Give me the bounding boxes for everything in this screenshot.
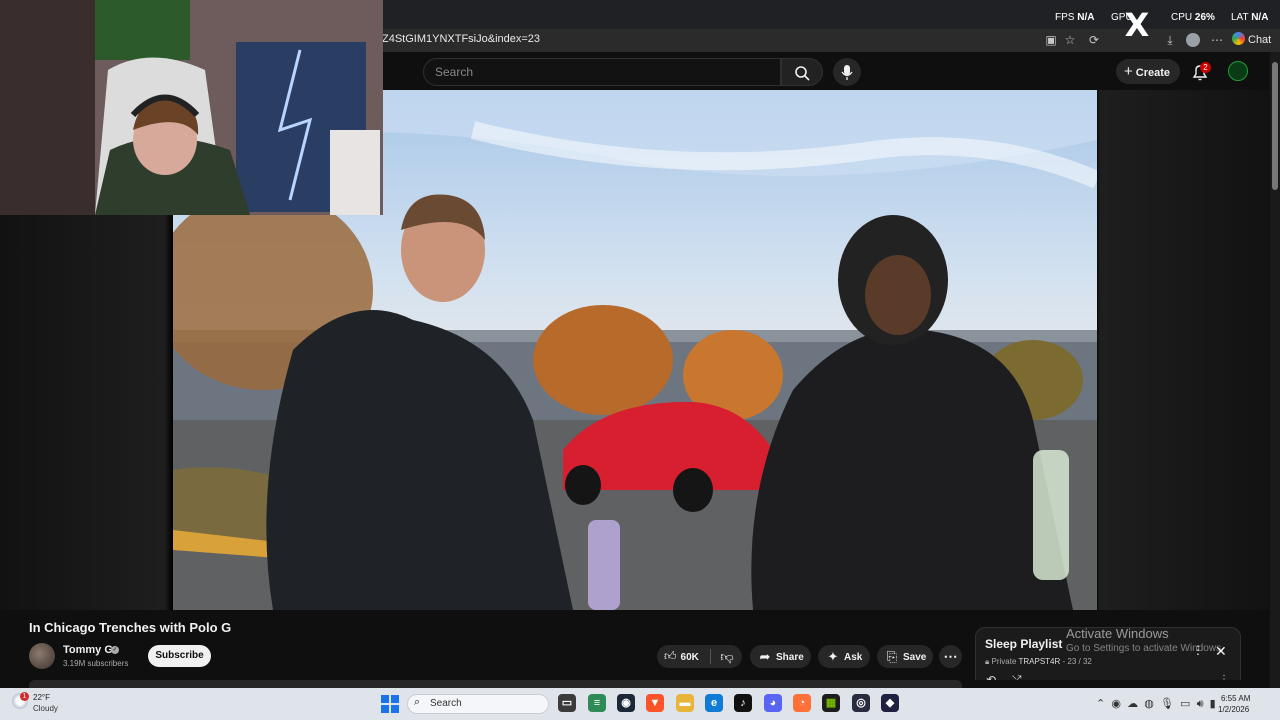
like-button[interactable]: 👍︎ 60K [657,645,709,668]
brave-icon[interactable]: ▼ [646,694,664,712]
lat-label: LAT [1231,12,1249,23]
task-view-icon[interactable]: ▭ [558,694,576,712]
share-icon: ➦ [759,649,771,664]
voice-search-button[interactable] [833,58,861,86]
tiktok-icon[interactable]: ♪ [734,694,752,712]
thumbs-up-icon: 👍︎ [664,649,677,663]
close-icon[interactable]: ✕ [1215,643,1227,660]
copilot-icon [1232,32,1245,45]
account-avatar[interactable] [1228,61,1248,81]
weather-alert-badge: 1 [20,692,29,701]
playlist-privacy: Private [991,657,1017,666]
cpu-label: CPU [1171,12,1193,23]
nvidia-icon[interactable]: ▦ [822,694,840,712]
like-count: 60K [680,652,699,663]
x-logo-icon: X [1124,6,1150,44]
bookmark-star-icon[interactable]: ☆ [1063,33,1077,47]
dislike-button[interactable]: 👎︎ [712,645,742,668]
cloud-sync-icon[interactable]: ☁ [1127,698,1138,710]
playlist-owner[interactable]: TRAPST4R [1018,657,1060,666]
fps-value: N/A [1077,12,1095,23]
url-text[interactable]: Z4StGIM1YNXTFsiJo&index=23 [382,33,540,45]
weather-temperature[interactable]: 22°F [33,693,50,702]
like-divider [710,649,711,664]
extension-icon[interactable]: ⟳ [1087,33,1101,47]
save-label: Save [903,652,927,663]
search-input[interactable]: Search [423,58,781,86]
copilot-chat-button[interactable]: Chat [1232,31,1271,49]
profile-avatar-icon[interactable] [1186,33,1200,47]
steam-tray-icon[interactable]: ◉ [1111,698,1121,710]
microphone-icon [841,65,853,80]
notepad-icon[interactable]: ≡ [588,694,606,712]
microphone-tray-icon[interactable]: 🎙︎ [1160,698,1174,710]
taskbar-search-icon: ⌕ [414,696,421,708]
steam-icon[interactable]: ◉ [617,694,635,712]
windows-taskbar [0,688,1280,720]
description-box[interactable] [29,680,962,688]
system-tray[interactable]: ⌃ ◉ ☁ ◍ 🎙︎ ▭ 🔊︎ ▮ [1096,697,1216,711]
share-label: Share [776,652,804,663]
more-actions-button[interactable]: ⋯ [939,645,962,668]
playlist-title[interactable]: Sleep Playlist [985,637,1062,651]
plus-icon: + [1124,63,1133,80]
share-button[interactable]: ➦ Share [750,645,811,668]
network-icon[interactable]: ▭ [1180,698,1190,710]
subscribe-button[interactable]: Subscribe [148,645,211,667]
playlist-menu-icon[interactable]: ⋮ [1192,643,1204,657]
webcam-feed [0,0,383,215]
weather-condition[interactable]: Cloudy [33,704,58,713]
subscriber-count: 3.19M subscribers [63,659,129,668]
cpu-readout: CPU 26% [1171,12,1215,23]
start-button[interactable] [381,695,399,713]
ask-label: Ask [844,652,863,663]
activate-windows-title: Activate Windows [1066,626,1169,641]
lat-value: N/A [1251,12,1269,23]
channel-name[interactable]: Tommy G [63,644,113,656]
obs-icon[interactable]: ◎ [852,694,870,712]
search-icon [795,66,810,81]
edge-icon[interactable]: e [705,694,723,712]
download-icon[interactable]: ⤓ [1163,33,1177,47]
location-icon[interactable]: ◍ [1144,698,1154,710]
battery-icon[interactable]: ▮ [1210,698,1216,710]
bookmark-icon: ⎘ [886,649,898,664]
create-button[interactable]: + Create [1116,59,1180,84]
more-horizontal-icon: ⋯ [943,648,958,664]
chat-label: Chat [1248,34,1272,46]
fps-readout: FPS N/A [1055,12,1094,23]
video-title: In Chicago Trenches with Polo G [29,620,232,635]
discord-icon[interactable]: ◕ [764,694,782,712]
webcam-overlay [0,0,383,215]
notification-badge: 2 [1200,62,1211,73]
save-button[interactable]: ⎘ Save [877,645,933,668]
ask-button[interactable]: ✦ Ask [818,645,870,668]
clock-time[interactable]: 6:55 AM [1221,694,1250,703]
browser-menu-icon[interactable]: ⋯ [1210,33,1224,47]
taskbar-search-input[interactable]: Search [407,694,549,714]
chevron-up-icon[interactable]: ⌃ [1096,698,1105,710]
clock-date[interactable]: 1/2/2026 [1218,705,1249,714]
lat-readout: LAT N/A [1231,12,1268,23]
search-button[interactable] [781,58,823,86]
playlist-meta: 🔒︎ Private TRAPST4R - 23 / 32 [985,657,1092,666]
thumbs-down-icon: 👎︎ [720,649,734,664]
firefox-icon[interactable]: ◔ [793,694,811,712]
volume-icon[interactable]: 🔊︎ [1197,698,1204,710]
verified-icon: ✓ [111,646,119,654]
gaming-app-icon[interactable]: ◆ [881,694,899,712]
page-scrollbar-thumb[interactable] [1272,62,1278,190]
cpu-value: 26% [1194,12,1215,23]
tab-search-icon[interactable]: ▣ [1044,33,1058,47]
fps-label: FPS [1055,12,1075,23]
lock-icon: 🔒︎ [985,657,990,666]
file-explorer-icon[interactable]: ▬ [676,694,694,712]
playlist-position: 23 / 32 [1067,657,1092,666]
create-label: Create [1135,67,1171,79]
channel-avatar[interactable] [29,643,55,669]
sparkle-icon: ✦ [827,649,839,664]
